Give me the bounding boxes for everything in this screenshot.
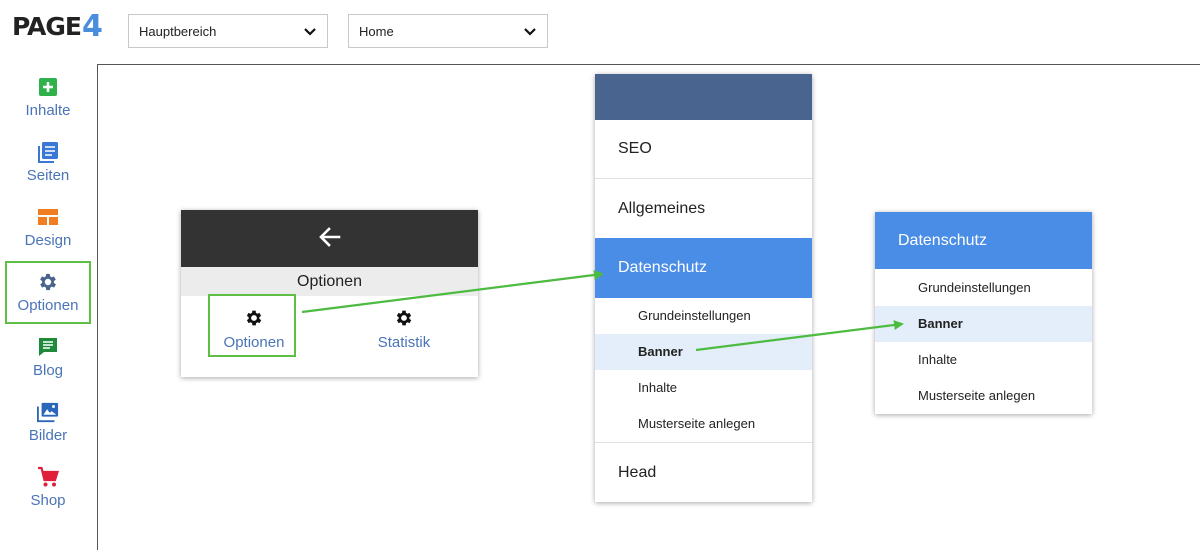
sidebar-item-label: Blog: [32, 362, 64, 379]
layout-icon: [38, 209, 58, 225]
options-item-label: Statistik: [377, 334, 431, 351]
chevron-down-icon: [524, 28, 536, 36]
menu-item-head[interactable]: Head: [595, 443, 812, 502]
settings-menu-header: [595, 74, 812, 120]
pages-icon: [38, 142, 58, 163]
sidebar-item-design[interactable]: Design: [0, 196, 96, 258]
blog-icon: [39, 338, 57, 356]
sidebar-item-label: Seiten: [26, 167, 70, 184]
sidebar-item-label: Shop: [30, 492, 66, 509]
options-item-statistik[interactable]: Statistik: [354, 308, 454, 351]
submenu-item-inhalte[interactable]: Inhalte: [595, 370, 812, 406]
gear-icon: [40, 273, 56, 291]
logo-number: 4: [81, 9, 103, 44]
sidebar-item-label: Inhalte: [25, 102, 71, 119]
options-panel-title: Optionen: [181, 267, 478, 296]
submenu-item-musterseite[interactable]: Musterseite anlegen: [875, 378, 1092, 414]
sidebar-item-shop[interactable]: Shop: [0, 456, 96, 518]
sidebar-item-blog[interactable]: Blog: [0, 326, 96, 388]
settings-menu-panel: SEO Allgemeines Datenschutz Grundeinstel…: [595, 74, 812, 502]
datenschutz-panel-title[interactable]: Datenschutz: [875, 212, 1092, 269]
submenu-item-inhalte[interactable]: Inhalte: [875, 342, 1092, 378]
options-item-optionen[interactable]: Optionen: [204, 308, 304, 351]
sidebar-item-label: Optionen: [17, 297, 79, 314]
chevron-down-icon: [304, 28, 316, 36]
logo-text: PAGE: [12, 12, 82, 41]
submenu-item-banner[interactable]: Banner: [595, 334, 812, 370]
sidebar-item-label: Bilder: [28, 427, 68, 444]
plus-square-icon: [39, 78, 57, 96]
page-select-value: Home: [359, 23, 394, 39]
images-icon: [37, 402, 59, 423]
area-select[interactable]: Hauptbereich: [128, 14, 328, 48]
cart-icon: [38, 466, 59, 487]
submenu-item-musterseite[interactable]: Musterseite anlegen: [595, 406, 812, 442]
arrow-left-icon[interactable]: [317, 224, 343, 250]
menu-item-allgemeines[interactable]: Allgemeines: [595, 179, 812, 238]
datenschutz-panel: Datenschutz Grundeinstellungen Banner In…: [875, 212, 1092, 414]
options-panel: Optionen Optionen Statistik: [181, 210, 478, 377]
sidebar-item-bilder[interactable]: Bilder: [0, 391, 96, 453]
gear-icon: [396, 310, 412, 326]
page4-logo[interactable]: PAGE 4: [12, 12, 103, 42]
sidebar-item-label: Design: [24, 232, 72, 249]
sidebar-item-inhalte[interactable]: Inhalte: [0, 66, 96, 128]
submenu-item-banner[interactable]: Banner: [875, 306, 1092, 342]
options-item-label: Optionen: [223, 334, 285, 351]
menu-item-datenschutz[interactable]: Datenschutz: [595, 238, 812, 298]
submenu-item-grundeinstellungen[interactable]: Grundeinstellungen: [875, 270, 1092, 306]
options-panel-header: [181, 210, 478, 267]
gear-icon: [246, 310, 262, 326]
area-select-value: Hauptbereich: [139, 23, 217, 39]
menu-item-seo[interactable]: SEO: [595, 120, 812, 178]
sidebar-item-optionen[interactable]: Optionen: [0, 261, 96, 323]
submenu-item-grundeinstellungen[interactable]: Grundeinstellungen: [595, 298, 812, 334]
page-select[interactable]: Home: [348, 14, 548, 48]
sidebar-item-seiten[interactable]: Seiten: [0, 131, 96, 193]
